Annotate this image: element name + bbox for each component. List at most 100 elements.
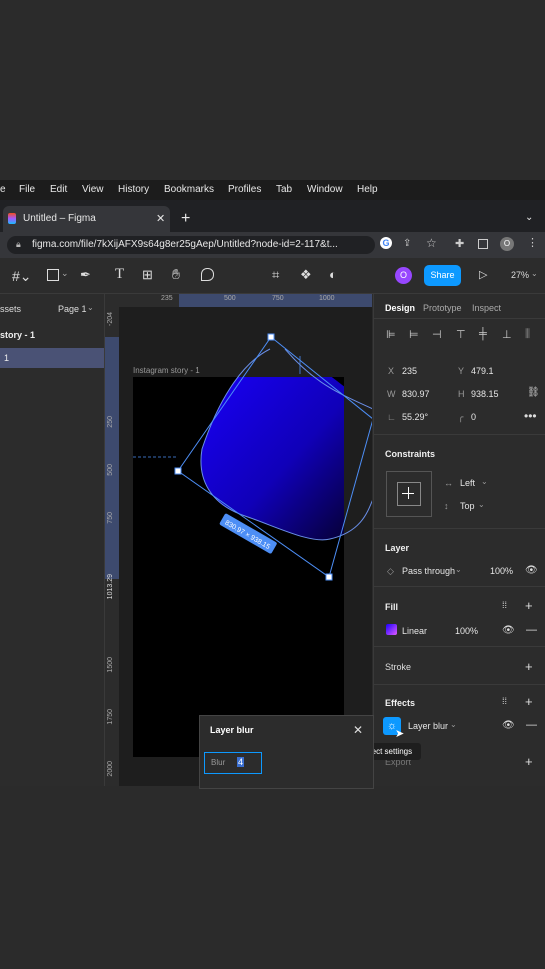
zoom-level[interactable]: 27% <box>511 270 529 280</box>
menu-item-bookmarks[interactable]: Bookmarks <box>164 184 214 195</box>
close-icon[interactable]: ✕ <box>353 723 363 737</box>
browser-menu-icon[interactable]: ⋮ <box>527 236 538 249</box>
constrain-proportions-icon[interactable]: ⛓︎ <box>527 387 540 398</box>
menu-item-edit[interactable]: Edit <box>50 184 67 195</box>
align-top-icon[interactable]: ⊤ <box>456 328 466 341</box>
text-tool-icon[interactable]: T <box>115 266 124 283</box>
browser-tab[interactable]: Untitled – Figma ✕ <box>3 206 170 232</box>
distribute-icon[interactable]: ⫼ <box>525 328 530 341</box>
selected-shape-layer[interactable]: 830.97 × 938.15 <box>105 294 372 786</box>
horizontal-constraint-select[interactable]: Left <box>460 478 475 488</box>
styles-icon[interactable]: ⁞⁞ <box>502 696 507 706</box>
rectangle-tool-icon[interactable] <box>47 269 59 281</box>
chevron-down-icon[interactable]: ⌄ <box>455 565 462 574</box>
eye-icon[interactable]: 👁︎ <box>525 565 538 576</box>
sidebar-icon[interactable] <box>478 239 488 249</box>
close-tab-icon[interactable]: ✕ <box>156 212 165 225</box>
tab-prototype[interactable]: Prototype <box>423 303 462 313</box>
effect-type-select[interactable]: Layer blur <box>408 721 448 731</box>
assets-tab[interactable]: ssets <box>0 304 21 314</box>
share-page-icon[interactable]: ⇪ <box>403 238 411 249</box>
comment-tool-icon[interactable] <box>201 268 214 281</box>
blur-input[interactable]: Blur 4 <box>204 752 262 774</box>
new-tab-icon[interactable]: + <box>181 210 190 228</box>
vertical-constraint-select[interactable]: Top <box>460 501 475 511</box>
present-icon[interactable]: ▷ <box>479 268 487 281</box>
menu-item-view[interactable]: View <box>82 184 104 195</box>
chevron-down-icon[interactable]: ⌄ <box>478 500 485 509</box>
menu-item-profiles[interactable]: Profiles <box>228 184 261 195</box>
align-middle-v-icon[interactable]: ╪ <box>479 328 487 340</box>
menu-item-file[interactable]: File <box>19 184 35 195</box>
eye-icon[interactable]: 👁︎ <box>502 720 515 731</box>
menu-item-history[interactable]: History <box>118 184 149 195</box>
tab-title: Untitled – Figma <box>23 213 96 224</box>
more-options-icon[interactable]: ••• <box>524 409 537 423</box>
x-input[interactable]: 235 <box>402 366 417 376</box>
component-icon[interactable]: ❖ <box>300 267 312 283</box>
blur-value[interactable]: 4 <box>237 757 245 767</box>
add-fill-icon[interactable]: + <box>525 598 533 613</box>
corner-radius-input[interactable]: 0 <box>471 412 476 422</box>
hand-tool-icon[interactable]: ✋︎ <box>172 266 180 283</box>
eye-icon[interactable]: 👁︎ <box>502 625 515 636</box>
w-input[interactable]: 830.97 <box>402 389 430 399</box>
contrast-icon[interactable]: ◐ <box>329 267 337 282</box>
profile-avatar[interactable]: O <box>500 237 514 251</box>
tab-search-icon[interactable]: ⌄ <box>525 212 533 223</box>
crop-icon[interactable]: ⌗ <box>272 267 279 283</box>
chevron-down-icon[interactable]: ⌄ <box>450 720 457 729</box>
add-effect-icon[interactable]: + <box>525 694 533 709</box>
resize-handle[interactable] <box>325 573 333 581</box>
align-right-icon[interactable]: ⊣ <box>432 328 442 341</box>
frame-tool-icon[interactable]: #⌄ <box>12 268 32 285</box>
pen-tool-icon[interactable]: ✒︎ <box>80 267 91 283</box>
page-chevron-icon[interactable]: ⌄ <box>87 303 94 312</box>
divider <box>374 318 545 319</box>
tab-inspect[interactable]: Inspect <box>472 303 501 313</box>
user-avatar[interactable]: O <box>395 267 412 284</box>
align-left-icon[interactable]: ⊫ <box>386 328 396 341</box>
menu-item-help[interactable]: Help <box>357 184 378 195</box>
fill-swatch[interactable] <box>386 624 397 635</box>
menu-bar: e File Edit View History Bookmarks Profi… <box>0 180 545 200</box>
remove-effect-icon[interactable]: — <box>526 719 537 731</box>
blend-mode-select[interactable]: Pass through <box>402 566 455 576</box>
styles-icon[interactable]: ⁞⁞ <box>502 600 507 610</box>
layer-opacity-input[interactable]: 100% <box>490 566 513 576</box>
y-input[interactable]: 479.1 <box>471 366 494 376</box>
constraints-widget[interactable] <box>386 471 432 517</box>
chevron-down-icon[interactable]: ⌄ <box>481 477 488 486</box>
bookmark-star-icon[interactable]: ☆ <box>426 236 437 250</box>
align-center-h-icon[interactable]: ⊨ <box>409 328 419 341</box>
url-text[interactable]: figma.com/file/7kXijAFX9s64g8er25gAep/Un… <box>32 239 372 250</box>
google-icon[interactable]: G <box>380 237 392 249</box>
extensions-icon[interactable]: ✚ <box>455 237 464 250</box>
add-export-icon[interactable]: + <box>525 754 533 769</box>
rotation-input[interactable]: 55.29° <box>402 412 428 422</box>
layer-frame[interactable]: story - 1 <box>0 330 35 340</box>
add-stroke-icon[interactable]: + <box>525 659 533 674</box>
address-bar[interactable]: 🔒︎ figma.com/file/7kXijAFX9s64g8er25gAep… <box>7 236 375 254</box>
h-input[interactable]: 938.15 <box>471 389 499 399</box>
share-button[interactable]: Share <box>424 265 461 286</box>
tab-design[interactable]: Design <box>385 303 415 313</box>
chevron-down-icon[interactable]: ⌄ <box>61 268 69 279</box>
menu-item-window[interactable]: Window <box>307 184 343 195</box>
menu-item-tab[interactable]: Tab <box>276 184 292 195</box>
resize-handle[interactable] <box>267 333 275 341</box>
resize-handle[interactable] <box>174 467 182 475</box>
zoom-chevron-icon[interactable]: ⌄ <box>531 269 538 278</box>
align-bottom-icon[interactable]: ⊥ <box>502 328 512 341</box>
canvas[interactable]: 235 500 750 1000 -204 250 500 750 1013.2… <box>105 294 372 786</box>
constraint-v-line[interactable] <box>408 487 409 499</box>
layer-selected-row[interactable]: 1 <box>0 348 104 368</box>
page-selector[interactable]: Page 1 <box>58 304 87 314</box>
menu-item-app[interactable]: e <box>0 184 6 195</box>
resources-tool-icon[interactable]: ⊞ <box>142 267 153 283</box>
remove-fill-icon[interactable]: — <box>526 624 537 636</box>
popup-title: Layer blur <box>210 725 254 735</box>
gradient-shape[interactable] <box>201 349 372 540</box>
fill-type[interactable]: Linear <box>402 626 427 636</box>
fill-opacity-input[interactable]: 100% <box>455 626 478 636</box>
